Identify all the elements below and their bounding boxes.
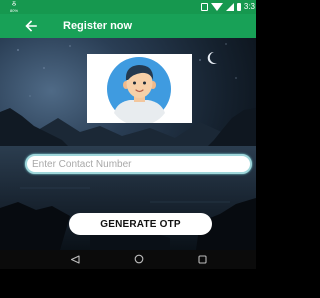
arrow-left-icon[interactable] — [22, 17, 40, 35]
user-avatar-icon — [107, 57, 171, 123]
signal-icon — [225, 3, 234, 11]
avatar — [87, 54, 192, 123]
battery-icon — [236, 3, 241, 11]
status-icons: 3:3 — [200, 1, 256, 13]
generate-otp-button[interactable]: GENERATE OTP — [69, 213, 212, 235]
back-triangle-icon[interactable] — [70, 255, 80, 264]
bottom-fill — [0, 269, 256, 298]
register-screen: ⰻ 80% 3:3 Register now Enter Contact Num… — [0, 0, 256, 298]
status-time: 3:3 — [243, 2, 255, 11]
page-title: Register now — [63, 20, 133, 32]
notification-label: 80% — [10, 8, 19, 13]
navigation-bar — [0, 250, 256, 269]
app-bar: Register now — [0, 14, 256, 38]
recents-square-icon[interactable] — [198, 255, 207, 264]
contact-number-field[interactable] — [25, 154, 252, 174]
wifi-icon — [210, 3, 223, 11]
vibrate-icon — [200, 3, 208, 11]
status-bar: ⰻ 80% 3:3 — [0, 0, 256, 14]
status-notification: ⰻ 80% — [8, 1, 24, 13]
home-circle-icon[interactable] — [134, 254, 144, 264]
